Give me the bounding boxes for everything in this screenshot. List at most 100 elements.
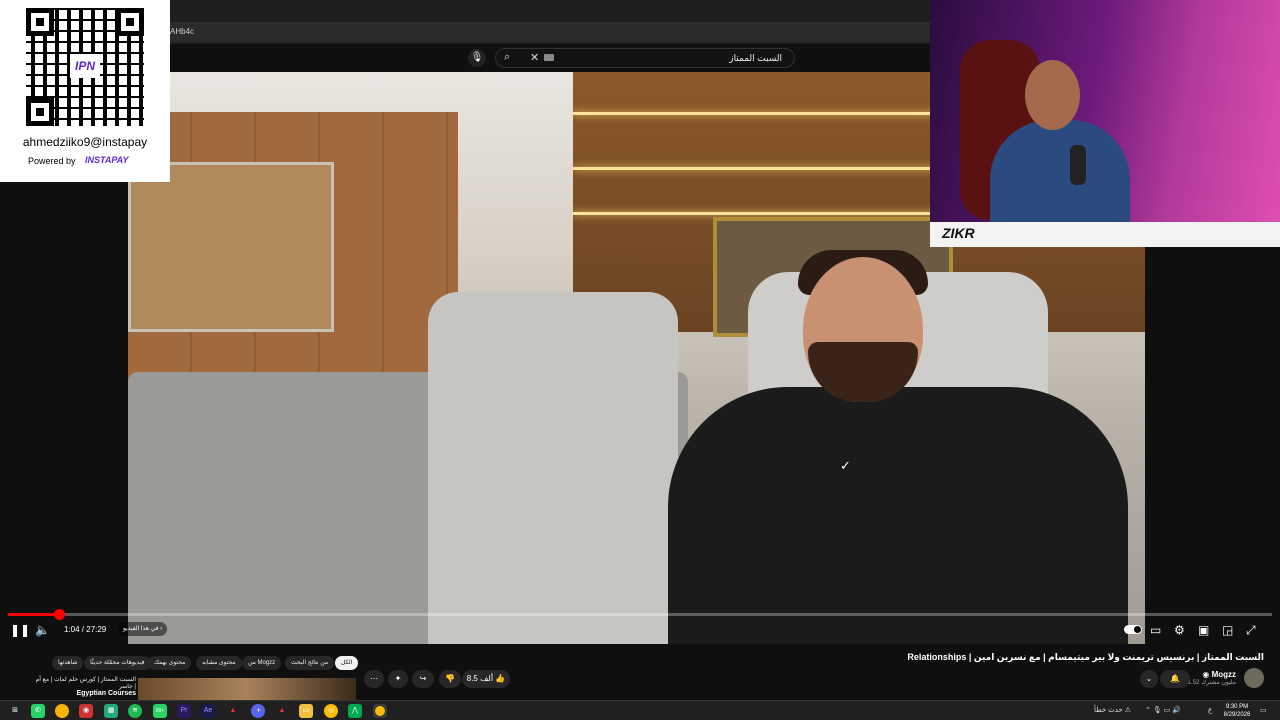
chrome-active-icon[interactable] (373, 704, 387, 718)
voice-search-button[interactable]: 🎙 (468, 49, 486, 67)
webcam-overlay: ZIKR (930, 0, 1280, 247)
gear-icon: ⚙ (1174, 623, 1185, 637)
progress-fill (8, 613, 59, 616)
video-scene-person (668, 387, 1128, 644)
clock-time: 9:30 PM (1225, 704, 1249, 710)
mute-button[interactable]: 🔈 (35, 622, 50, 638)
webcam-face (1025, 60, 1080, 130)
calendar-icon[interactable]: ▦ (104, 704, 118, 718)
video-scene-chair-left (428, 292, 678, 644)
speaker-icon: 🔊 (1172, 707, 1181, 714)
whatsapp-icon[interactable]: ✆ (31, 704, 45, 718)
mic-icon: 🎙 (470, 52, 484, 63)
channel-name: Mogzz (1211, 670, 1236, 679)
cast-icon: ◲ (1222, 623, 1234, 637)
powered-by-label: Powered by (28, 156, 76, 166)
channel-avatar[interactable] (1244, 668, 1264, 688)
video-title: السبت الممتاز | برنسيس تريمنت ولا بير مي… (907, 652, 1264, 662)
progress-bar[interactable] (8, 609, 1272, 620)
spotify-icon[interactable]: ≋ (128, 704, 142, 718)
autoplay-toggle[interactable] (1124, 625, 1142, 634)
adobe-icon[interactable]: ▲ (275, 704, 289, 718)
subtitles-button[interactable]: ▭ (1150, 622, 1161, 638)
clock-date: 8/29/2026 (1223, 712, 1251, 718)
instapay-brand: INSTAPAY (85, 155, 129, 165)
chip-all[interactable]: الكل (335, 656, 359, 670)
chip-for-you[interactable]: محتوى يهمك (148, 656, 192, 670)
mic-tray-icon: 🎙 (1152, 707, 1162, 714)
notification-badge: 99+ (155, 708, 165, 714)
youtube-header: 🎙 ⌕ ✕ السبت الممتاز (170, 44, 930, 72)
chrome-icon[interactable]: ◎ (324, 704, 338, 718)
subscribe-menu-button[interactable]: ⌄ (1140, 670, 1158, 688)
android-studio-icon[interactable]: ⋀ (348, 704, 362, 718)
cast-button[interactable]: ◲ (1222, 622, 1233, 638)
notifications-button[interactable]: 🔔 (1160, 670, 1190, 688)
subscriber-count: 1.52 مليون مشترك (1187, 680, 1236, 686)
tray-status[interactable]: حدث خطأ ⚠ (1094, 704, 1131, 718)
language-indicator[interactable]: ع (1208, 704, 1212, 718)
settings-button[interactable]: ⚙ (1174, 622, 1185, 638)
notification-center-icon[interactable]: ▭ (1260, 704, 1267, 718)
chapter-label: في هذا الفيديو (123, 626, 159, 632)
channel-info[interactable]: ◉ Mogzz 1.52 مليون مشترك (1188, 670, 1236, 686)
chevron-down-icon: ⌄ (1145, 674, 1153, 683)
instapay-handle: ahmedziiko9@instapay (22, 135, 148, 149)
subtitles-icon: ▭ (1150, 623, 1162, 637)
side-panel (1145, 247, 1280, 644)
instapay-qr-logo: IPN (70, 54, 100, 78)
recommended-video[interactable]: السبت الممتاز | كورس حلم لمات | مع أم جا… (24, 676, 136, 697)
fullscreen-button[interactable]: ⤢ (1246, 622, 1256, 638)
webcam-microphone (1070, 145, 1086, 185)
discord-icon[interactable]: ◑ (251, 704, 265, 718)
ask-button[interactable]: ✦ (388, 670, 408, 688)
chapter-button[interactable]: في هذا الفيديو › (118, 622, 168, 636)
search-input[interactable]: ⌕ ✕ السبت الممتاز (495, 48, 795, 68)
time-display: 1:04 / 27:29 (64, 625, 107, 634)
chip-from-search[interactable]: من نتائج البحث (285, 656, 335, 670)
pause-button[interactable]: ❚❚ (10, 622, 30, 638)
dislike-button[interactable]: 👎 (439, 670, 461, 688)
recommended-title: السبت الممتاز | كورس حلم لمات | مع أم جا… (35, 677, 136, 690)
chip-watched[interactable]: شاهدتها (52, 656, 84, 670)
pause-icon: ❚❚ (10, 623, 31, 637)
taskbar: ⊞ ✆ ◉ ▦ ≋ 99+ Pr Ae ▲ ◑ ▲ ▭ ◎ ⋀ حدث خطأ … (0, 700, 1280, 720)
premiere-icon[interactable]: Pr (177, 704, 191, 718)
start-button[interactable]: ⊞ (8, 704, 22, 718)
screen: AHb4c 🎙 ⌕ ✕ السبت الممتاز ✓ ❚❚ 🔈 1:04 / … (0, 0, 1280, 720)
verified-icon: ◉ (1202, 670, 1212, 679)
webcam-banner: ZIKR (930, 222, 1280, 247)
like-count: 8.5 ألف (466, 674, 494, 683)
more-icon: ⋯ (370, 674, 378, 683)
app-icon-yellow[interactable] (55, 704, 69, 718)
media-icon[interactable]: ◉ (79, 704, 93, 718)
clear-search-icon[interactable]: ✕ (530, 51, 539, 64)
clock[interactable]: 9:30 PM 8/29/2026 (1220, 703, 1254, 719)
miniplayer-button[interactable]: ▣ (1198, 622, 1209, 638)
folder-icon[interactable]: ▭ (299, 704, 313, 718)
chip-recently-uploaded[interactable]: فيديوهات محمّلة حديثًا (84, 656, 151, 670)
after-effects-icon[interactable]: Ae (201, 704, 215, 718)
warning-icon: ⚠ (1124, 707, 1131, 714)
share-button[interactable]: ↪ (412, 670, 434, 688)
tray-icons[interactable]: ⌃ 🎙 ▭ 🔊 (1145, 704, 1181, 718)
webcam-banner-text: ZIKR (942, 225, 975, 241)
address-bar[interactable]: AHb4c (170, 22, 930, 42)
thumbs-up-icon: 👍 (495, 674, 506, 683)
volume-icon: 🔈 (35, 623, 50, 637)
bell-icon: 🔔 (1170, 674, 1180, 683)
recommended-channel: Egyptian Courses (76, 690, 136, 697)
nike-logo-icon: ✓ (840, 458, 851, 473)
keyboard-icon[interactable] (544, 54, 554, 61)
more-actions-button[interactable]: ⋯ (364, 670, 384, 688)
sparkle-icon: ✦ (394, 674, 402, 683)
search-icon[interactable]: ⌕ (504, 51, 510, 64)
instapay-overlay: IPN ahmedziiko9@instapay Powered by INST… (0, 0, 170, 182)
recommended-thumbnail[interactable] (138, 678, 356, 700)
scrubber-handle[interactable] (53, 609, 65, 620)
chip-related[interactable]: محتوى مشابه (196, 656, 242, 670)
alert-app-icon[interactable]: ▲ (226, 704, 240, 718)
whatsapp-badge-icon[interactable]: 99+ (153, 704, 167, 718)
like-button[interactable]: 8.5 ألف 👍 (462, 670, 510, 688)
chip-from-channel[interactable]: من Mogzz (242, 656, 282, 670)
